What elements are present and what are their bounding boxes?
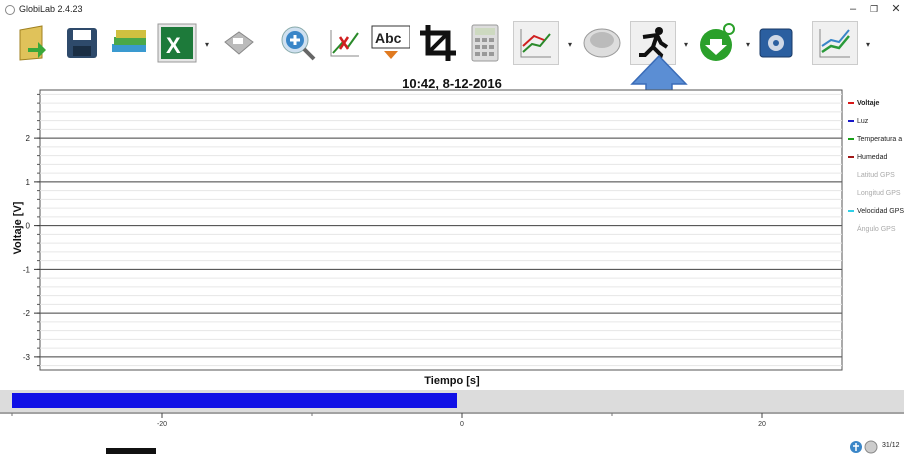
settings-button[interactable] bbox=[756, 23, 796, 63]
legend-label: Velocidad GPS bbox=[857, 207, 904, 215]
legend-label: Latitud GPS bbox=[857, 171, 895, 179]
legend-label: Luz bbox=[857, 117, 869, 125]
crop-button[interactable] bbox=[418, 23, 458, 63]
open-icon bbox=[19, 25, 46, 61]
system-tray: 31/12 bbox=[846, 440, 904, 454]
legend-item[interactable]: Luz bbox=[848, 112, 904, 130]
app-icon bbox=[5, 5, 15, 15]
svg-text:X: X bbox=[166, 33, 181, 58]
graph-edit-button[interactable] bbox=[325, 23, 365, 63]
display-icon bbox=[819, 29, 850, 58]
y-tick-label: 2 bbox=[26, 134, 31, 143]
calculator-icon bbox=[471, 24, 499, 62]
svg-text:Abc: Abc bbox=[375, 30, 402, 46]
legend-label: Humedad bbox=[857, 153, 888, 161]
zoom-in-button[interactable] bbox=[278, 23, 318, 63]
legend-swatch bbox=[848, 210, 854, 212]
text-label-icon: Abc bbox=[371, 25, 410, 59]
download-dropdown-icon[interactable]: ▾ bbox=[744, 40, 752, 50]
timeline-tick-label: -20 bbox=[156, 421, 168, 428]
save-button[interactable] bbox=[62, 23, 102, 63]
toolbar: X ▾ Abc ▾ ▾ ▾ ▾ bbox=[0, 20, 904, 72]
graph-type-icon bbox=[520, 29, 551, 58]
display-button[interactable] bbox=[815, 23, 855, 63]
y-tick-label: 1 bbox=[26, 178, 31, 187]
library-icon bbox=[112, 30, 146, 52]
taskbar-fragment bbox=[106, 448, 156, 454]
print-icon bbox=[224, 31, 254, 55]
download-icon bbox=[700, 23, 735, 61]
run-dropdown-icon[interactable]: ▾ bbox=[682, 40, 690, 50]
legend-swatch bbox=[848, 102, 854, 104]
legend-item[interactable]: Voltaje bbox=[848, 94, 904, 112]
y-tick-layer: 2 1 0 -1 -2 -3 bbox=[23, 93, 40, 367]
excel-export-button[interactable]: X bbox=[157, 23, 197, 63]
volume-icon bbox=[864, 440, 878, 454]
y-tick-label: -3 bbox=[23, 353, 31, 362]
legend-item[interactable]: Longitud GPS bbox=[848, 184, 904, 202]
maximize-button[interactable]: ❐ bbox=[866, 2, 882, 16]
plot-area[interactable]: 2 1 0 -1 -2 -3 bbox=[0, 88, 904, 378]
plot-frame bbox=[39, 89, 843, 371]
print-button[interactable] bbox=[218, 23, 258, 63]
legend-swatch bbox=[848, 120, 854, 122]
graph-edit-icon bbox=[330, 30, 359, 57]
y-tick-label: -2 bbox=[23, 309, 31, 318]
excel-dropdown-icon[interactable]: ▾ bbox=[203, 40, 211, 50]
legend-item[interactable]: Temperatura a bbox=[848, 130, 904, 148]
legend-swatch bbox=[848, 138, 854, 140]
y-tick-label: 0 bbox=[26, 222, 31, 231]
progress-fill bbox=[12, 393, 457, 408]
text-label-button[interactable]: Abc bbox=[370, 23, 410, 63]
settings-icon bbox=[759, 28, 793, 58]
calculator-button[interactable] bbox=[465, 23, 505, 63]
logger-icon bbox=[583, 28, 621, 58]
crop-icon bbox=[420, 25, 456, 61]
title-bar: GlobiLab 2.4.23 – ❐ ✕ bbox=[0, 0, 904, 20]
timeline-tick-label: 0 bbox=[460, 421, 464, 428]
legend-label: Ángulo GPS bbox=[857, 225, 896, 233]
logger-button[interactable] bbox=[582, 23, 622, 63]
library-button[interactable] bbox=[110, 23, 150, 63]
display-dropdown-icon[interactable]: ▾ bbox=[864, 40, 872, 50]
legend-swatch bbox=[848, 156, 854, 158]
excel-icon: X bbox=[157, 23, 197, 63]
legend-label: Temperatura a bbox=[857, 135, 903, 143]
tray-date: 31/12 bbox=[882, 442, 900, 449]
timeline-tick-label: 20 bbox=[758, 421, 766, 428]
y-tick-label: -1 bbox=[23, 265, 31, 274]
legend-item[interactable]: Humedad bbox=[848, 148, 904, 166]
legend: Voltaje Luz Temperatura a Humedad Latitud GP… bbox=[848, 94, 904, 238]
x-axis-label: Tiempo [s] bbox=[424, 375, 480, 387]
legend-item[interactable]: Velocidad GPS bbox=[848, 202, 904, 220]
graph-type-dropdown-icon[interactable]: ▾ bbox=[566, 40, 574, 50]
y-axis-label: Voltaje [V] bbox=[12, 201, 24, 255]
legend-label: Voltaje bbox=[857, 99, 880, 107]
close-button[interactable]: ✕ bbox=[888, 2, 904, 16]
window-title: GlobiLab 2.4.23 bbox=[19, 4, 83, 14]
zoom-in-icon bbox=[281, 26, 316, 61]
save-icon bbox=[67, 28, 97, 58]
legend-item[interactable]: Latitud GPS bbox=[848, 166, 904, 184]
graph-type-button[interactable] bbox=[516, 23, 556, 63]
app-window: GlobiLab 2.4.23 – ❐ ✕ X ▾ Abc ▾ ▾ ▾ ▾ 10… bbox=[0, 0, 904, 454]
download-button[interactable] bbox=[697, 23, 737, 63]
legend-item[interactable]: Ángulo GPS bbox=[848, 220, 904, 238]
legend-label: Longitud GPS bbox=[857, 189, 901, 197]
minimize-button[interactable]: – bbox=[845, 2, 861, 16]
open-button[interactable] bbox=[14, 23, 54, 63]
